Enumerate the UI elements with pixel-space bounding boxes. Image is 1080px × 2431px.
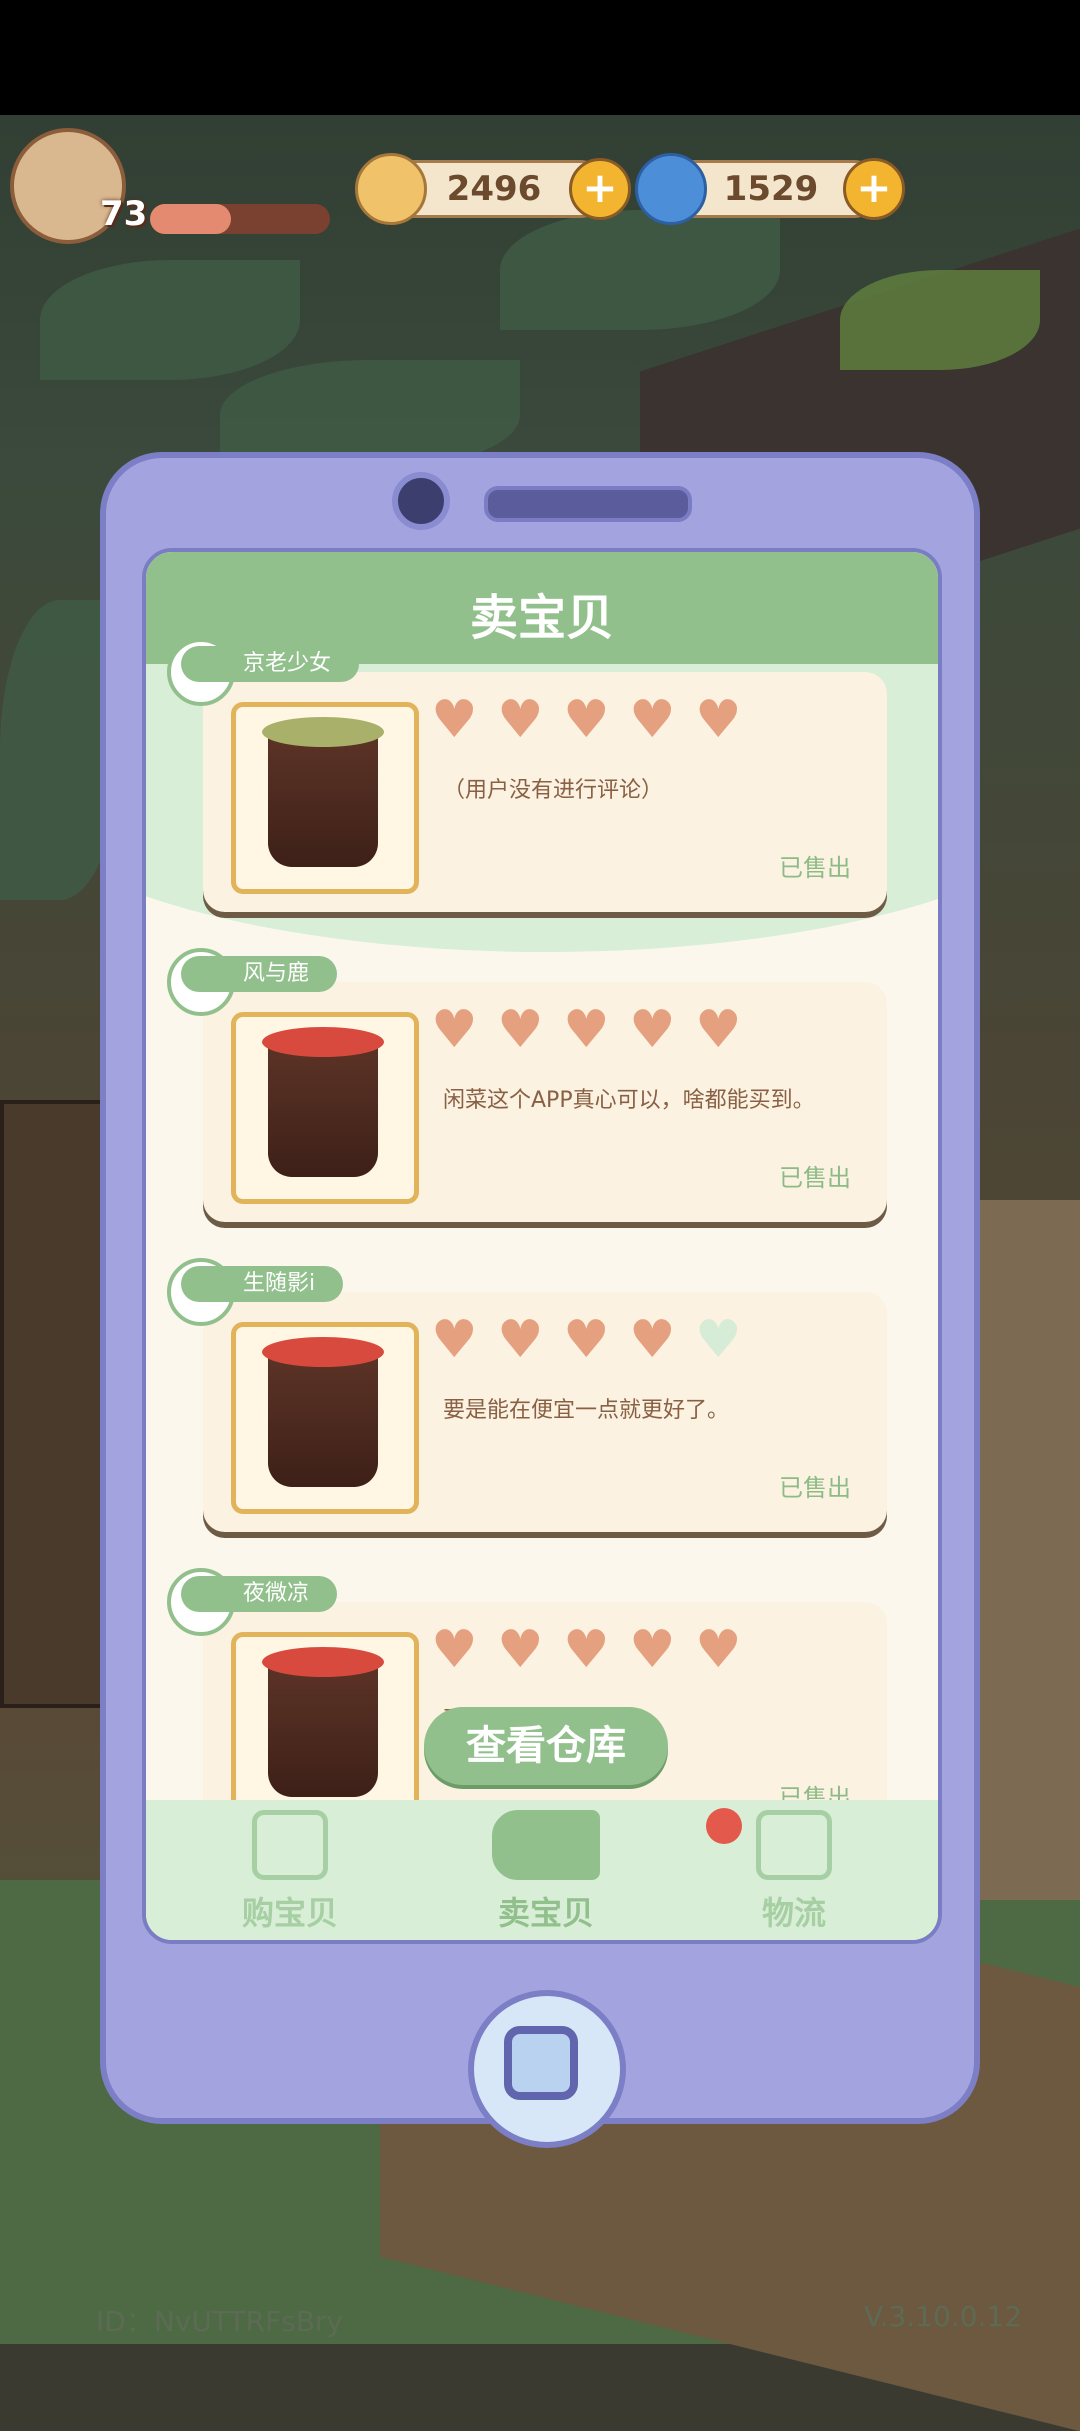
leaf-decoration: [500, 210, 780, 330]
bottom-nav: 购宝贝 卖宝贝 物流: [146, 1800, 938, 1940]
add-coins-button[interactable]: +: [569, 158, 631, 220]
player-level: 73: [100, 194, 148, 234]
heart-filled-icon: ♥: [431, 1000, 478, 1060]
item-frame: [231, 1322, 419, 1514]
review-card: 京老少女 ♥ ♥ ♥ ♥ ♥ （用户没有进行评论） 已售出: [167, 638, 887, 912]
tab-logistics-label: 物流: [761, 1894, 826, 1932]
view-warehouse-button[interactable]: 查看仓库: [424, 1707, 668, 1785]
home-square-icon: [504, 2026, 578, 2100]
sold-status: 已售出: [779, 1474, 851, 1502]
page-title: 卖宝贝: [469, 590, 614, 646]
sold-status: 已售出: [779, 854, 851, 882]
cup-topping: [262, 1027, 384, 1057]
reviewer-name: 夜微凉: [181, 1576, 338, 1612]
rating-hearts: ♥ ♥ ♥ ♥ ♥: [431, 1000, 747, 1060]
heart-filled-icon: ♥: [695, 1620, 742, 1680]
sold-status: 已售出: [779, 1164, 851, 1192]
shopping-bag-icon: [252, 1810, 328, 1880]
price-tag-icon: [492, 1810, 600, 1880]
heart-filled-icon: ♥: [629, 1310, 676, 1370]
drink-cup-icon: [262, 1337, 384, 1487]
rating-hearts: ♥ ♥ ♥ ♥ ♥: [431, 1310, 747, 1370]
heart-filled-icon: ♥: [497, 1000, 544, 1060]
drink-cup-icon: [262, 1027, 384, 1177]
drink-cup-icon: [262, 717, 384, 867]
review-comment: 闲菜这个APP真心可以，啥都能买到。: [443, 1088, 815, 1113]
drink-cup-icon: [262, 1647, 384, 1797]
heart-filled-icon: ♥: [431, 690, 478, 750]
swirl-gem-icon: [635, 153, 707, 225]
heart-filled-icon: ♥: [629, 1620, 676, 1680]
coin-icon: [355, 153, 427, 225]
phone-screen: 卖宝贝 京老少女 ♥ ♥ ♥ ♥ ♥ （用户没有进行评论） 已售出 风与鹿 ♥ ♥ ♥ ♥ ♥ …: [142, 548, 942, 1944]
phone-camera: [392, 472, 450, 530]
reviewer-name: 京老少女: [181, 646, 360, 682]
tab-buy-label: 购宝贝: [241, 1894, 338, 1932]
tab-buy[interactable]: 购宝贝: [190, 1810, 390, 1934]
item-frame: [231, 1632, 419, 1824]
xp-bar-fill: [150, 204, 231, 234]
heart-filled-icon: ♥: [563, 690, 610, 750]
review-card: 风与鹿 ♥ ♥ ♥ ♥ ♥ 闲菜这个APP真心可以，啥都能买到。 已售出: [167, 948, 887, 1222]
rating-hearts: ♥ ♥ ♥ ♥ ♥: [431, 1620, 747, 1680]
heart-empty-icon: ♥: [695, 1310, 742, 1370]
heart-filled-icon: ♥: [695, 690, 742, 750]
heart-filled-icon: ♥: [563, 1000, 610, 1060]
notification-dot: [706, 1808, 742, 1844]
cup-topping: [262, 717, 384, 747]
item-frame: [231, 1012, 419, 1204]
tab-sell-label: 卖宝贝: [497, 1894, 594, 1932]
heart-filled-icon: ♥: [563, 1310, 610, 1370]
coin-counter: 2496 +: [355, 153, 631, 225]
gem-counter: 1529 +: [635, 153, 905, 225]
version-label: V.3.10.0.12: [864, 2300, 1023, 2333]
heart-filled-icon: ♥: [629, 690, 676, 750]
heart-filled-icon: ♥: [497, 1310, 544, 1370]
review-comment: 要是能在便宜一点就更好了。: [443, 1398, 730, 1423]
phone-home-button[interactable]: [468, 1990, 626, 2148]
review-card: 生随影i ♥ ♥ ♥ ♥ ♥ 要是能在便宜一点就更好了。 已售出: [167, 1258, 887, 1532]
add-gems-button[interactable]: +: [843, 158, 905, 220]
xp-bar: [150, 204, 330, 234]
reviewer-name: 生随影i: [181, 1266, 344, 1302]
review-comment: （用户没有进行评论）: [443, 778, 664, 803]
heart-filled-icon: ♥: [497, 1620, 544, 1680]
heart-filled-icon: ♥: [695, 1000, 742, 1060]
leaf-decoration: [40, 260, 300, 380]
rating-hearts: ♥ ♥ ♥ ♥ ♥: [431, 690, 747, 750]
heart-filled-icon: ♥: [431, 1310, 478, 1370]
heart-filled-icon: ♥: [497, 690, 544, 750]
leaf-decoration: [840, 270, 1040, 370]
tab-sell[interactable]: 卖宝贝: [446, 1810, 646, 1934]
item-frame: [231, 702, 419, 894]
status-bar: [0, 0, 1080, 115]
heart-filled-icon: ♥: [431, 1620, 478, 1680]
player-id: ID：NvUTTRFsBry: [96, 2305, 343, 2338]
cup-topping: [262, 1647, 384, 1677]
cup-topping: [262, 1337, 384, 1367]
phone-speaker: [484, 486, 692, 522]
heart-filled-icon: ♥: [563, 1620, 610, 1680]
package-box-icon: [756, 1810, 832, 1880]
heart-filled-icon: ♥: [629, 1000, 676, 1060]
reviewer-name: 风与鹿: [181, 956, 338, 992]
